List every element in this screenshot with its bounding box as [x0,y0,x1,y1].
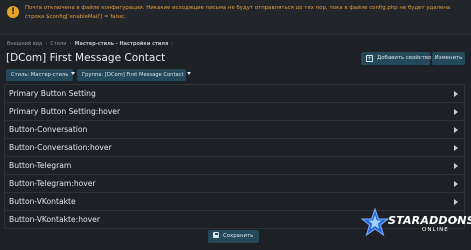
list-item[interactable]: Button-Telegram [5,157,464,175]
chevron-right-icon [454,109,458,115]
star-logo-icon [360,207,390,237]
breadcrumb-item-style-properties[interactable]: Мастер-стиль - Настройки стиля [74,41,168,47]
list-item-label: Primary Button Setting [9,89,96,98]
list-item-label: Button-VKontakte:hover [9,215,100,224]
breadcrumb-separator-icon: › [69,41,72,47]
chevron-right-icon [454,199,458,205]
list-item-label: Button-Conversation:hover [9,143,112,152]
watermark-brand: STARADDONS [388,214,471,227]
style-filter-label: Стиль: Мастер-стиль [11,72,69,78]
list-item[interactable]: Button-Telegram:hover [5,175,464,193]
warning-icon: ! [7,6,19,18]
chevron-right-icon [454,163,458,169]
chevron-down-icon [71,72,76,75]
breadcrumb-separator-icon: › [45,41,48,47]
list-item[interactable]: Button-Conversation:hover [5,139,464,157]
list-item[interactable]: Button-Conversation [5,121,464,139]
list-item-label: Primary Button Setting:hover [9,107,121,116]
chevron-right-icon [454,181,458,187]
group-filter-dropdown[interactable]: Группа: [DCom] First Message Contact [77,69,191,81]
breadcrumb-item-styles[interactable]: Стили [50,41,66,47]
page-title: [DCom] First Message Contact [6,52,166,64]
list-item-label: Button-VKontakte [9,197,76,206]
breadcrumb: Внешний вид › Стили › Мастер-стиль - Настрой… [7,40,176,49]
breadcrumb-separator-icon: › [171,41,174,47]
add-property-button[interactable]: + Добавить свойство [361,52,432,65]
chevron-right-icon [454,145,458,151]
save-button[interactable]: Сохранить [208,230,259,243]
group-filter-label: Группа: [DCom] First Message Contact [82,72,184,78]
plus-square-icon: + [366,55,373,62]
list-item[interactable]: Primary Button Setting [5,85,464,103]
add-property-label: Добавить свойство [377,55,432,61]
list-item-label: Button-Telegram:hover [9,179,96,188]
chevron-down-icon [186,72,191,75]
list-item-label: Button-Conversation [9,125,88,134]
list-item[interactable]: Primary Button Setting:hover [5,103,464,121]
notice-text: Почта отключена в файле конфигурации. Ни… [25,5,451,20]
style-filter-dropdown[interactable]: Стиль: Мастер-стиль [6,69,76,81]
breadcrumb-item-appearance[interactable]: Внешний вид [7,41,42,47]
save-label: Сохранить [223,233,254,239]
edit-button[interactable]: Изменить [432,52,465,65]
staraddons-logo: STARADDONS ONLINE [360,206,471,242]
save-icon [213,232,219,238]
mail-disabled-notice: ! Почта отключена в файле конфигурации. … [0,0,471,35]
list-item-label: Button-Telegram [9,161,72,170]
chevron-right-icon [454,127,458,133]
chevron-right-icon [454,91,458,97]
watermark-sub: ONLINE [422,227,449,233]
